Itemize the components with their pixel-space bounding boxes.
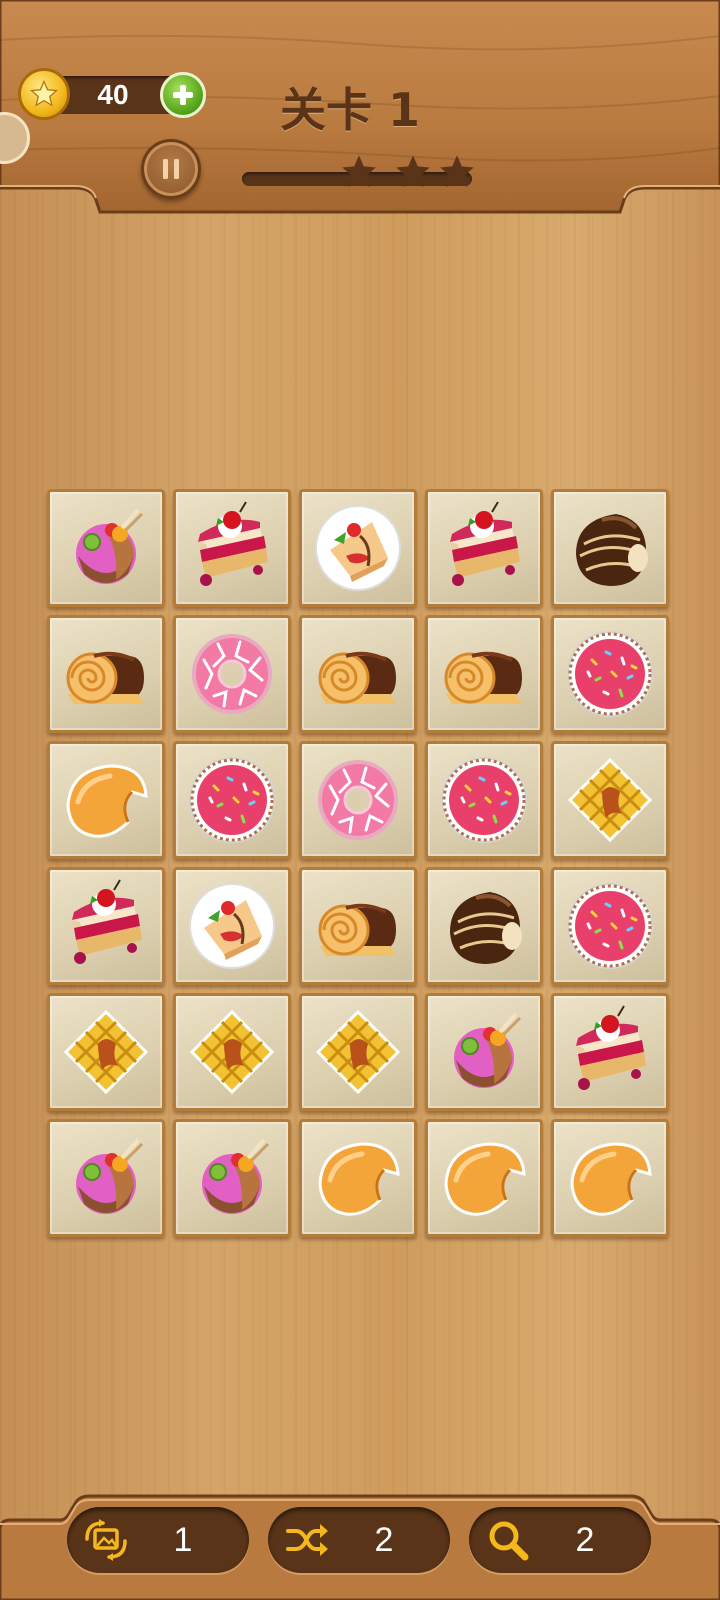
sprinkle-cupcake-icon [567,883,653,969]
pause-icon [163,159,179,179]
plus-icon [173,85,193,105]
top-bar: 40 关卡 1 [0,0,720,215]
undo-button[interactable]: 1 [67,1507,249,1573]
tile-ice-cream-sundae[interactable] [425,993,543,1111]
waffle-icon [189,1009,275,1095]
hint-button[interactable]: 2 [469,1507,651,1573]
swiss-roll-icon [444,651,522,704]
tile-waffle[interactable] [173,993,291,1111]
tile-waffle[interactable] [47,993,165,1111]
shuffle-count: 2 [374,1521,394,1559]
fortune-cookie-icon [66,764,148,838]
tile-waffle[interactable] [551,741,669,859]
shuffle-button[interactable]: 2 [268,1507,450,1573]
waffle-icon [63,1009,149,1095]
tile-crepe-plate[interactable] [299,489,417,607]
progress-star-icon [342,155,376,187]
pink-donut-icon [192,634,272,714]
tile-fortune-cookie[interactable] [551,1119,669,1237]
tile-crepe-plate[interactable] [173,867,291,985]
strawberry-cake-slice-icon [72,879,142,964]
fortune-cookie-icon [444,1142,526,1216]
tile-fortune-cookie[interactable] [47,741,165,859]
tile-sprinkle-cupcake[interactable] [425,741,543,859]
tile-strawberry-cake-slice[interactable] [173,489,291,607]
tile-board [47,489,669,1237]
tile-strawberry-cake-slice[interactable] [425,489,543,607]
tile-ice-cream-sundae[interactable] [173,1119,291,1237]
ice-cream-sundae-icon [76,508,144,584]
tile-fortune-cookie[interactable] [299,1119,417,1237]
tile-strawberry-cake-slice[interactable] [47,867,165,985]
tile-waffle[interactable] [299,993,417,1111]
swiss-roll-icon [66,651,144,704]
sprinkle-cupcake-icon [189,757,275,843]
tile-swiss-roll[interactable] [47,615,165,733]
tile-ice-cream-sundae[interactable] [47,1119,165,1237]
ice-cream-sundae-icon [76,1138,144,1214]
fortune-cookie-icon [318,1142,400,1216]
progress-star-icon [396,155,430,187]
progress-star-icon [440,155,474,187]
tile-swiss-roll[interactable] [299,867,417,985]
shuffle-icon [282,1515,332,1565]
tile-sprinkle-cupcake[interactable] [551,867,669,985]
waffle-icon [315,1009,401,1095]
crepe-plate-icon [189,883,275,969]
tile-sprinkle-cupcake[interactable] [173,741,291,859]
tile-strawberry-cake-slice[interactable] [551,993,669,1111]
tile-swiss-roll[interactable] [299,615,417,733]
waffle-icon [567,757,653,843]
crepe-plate-icon [315,505,401,591]
sprinkle-cupcake-icon [567,631,653,717]
fortune-cookie-icon [570,1142,652,1216]
coin-count: 40 [97,79,129,110]
sprinkle-cupcake-icon [441,757,527,843]
undo-count: 1 [173,1521,193,1559]
tile-chocolate-truffle[interactable] [551,489,669,607]
strawberry-cake-slice-icon [198,501,268,586]
tile-fortune-cookie[interactable] [425,1119,543,1237]
strawberry-cake-slice-icon [450,501,520,586]
tile-pink-donut[interactable] [173,615,291,733]
undo-image-icon [81,1515,131,1565]
tile-sprinkle-cupcake[interactable] [551,615,669,733]
chocolate-truffle-icon [450,892,522,964]
chocolate-truffle-icon [576,514,648,586]
level-title: 关卡 1 [279,83,421,137]
strawberry-cake-slice-icon [576,1005,646,1090]
tile-chocolate-truffle[interactable] [425,867,543,985]
swiss-roll-icon [318,651,396,704]
ice-cream-sundae-icon [454,1012,522,1088]
tile-ice-cream-sundae[interactable] [47,489,165,607]
star-coin-icon [18,68,70,120]
swiss-roll-icon [318,903,396,956]
add-coins-button[interactable] [160,72,206,118]
hint-count: 2 [575,1521,595,1559]
tile-pink-donut[interactable] [299,741,417,859]
pause-button[interactable] [141,139,201,199]
ice-cream-sundae-icon [202,1138,270,1214]
pink-donut-icon [318,760,398,840]
tile-swiss-roll[interactable] [425,615,543,733]
magnifier-icon [483,1515,533,1565]
